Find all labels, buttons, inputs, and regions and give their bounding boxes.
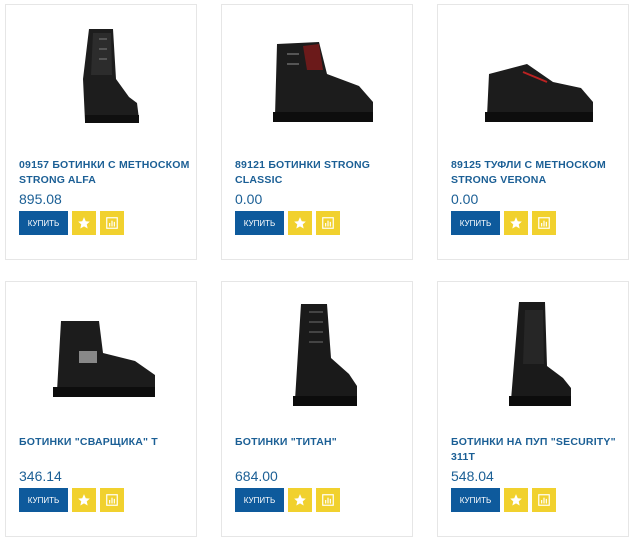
favorite-button[interactable] xyxy=(504,211,528,235)
product-image[interactable] xyxy=(20,296,182,416)
buy-button[interactable]: КУПИТЬ xyxy=(19,211,68,235)
bar-chart-icon xyxy=(538,494,550,506)
product-title[interactable]: 89125 ТУФЛИ С МЕТНОСКОМ STRONG VERONA xyxy=(451,158,623,188)
compare-button[interactable] xyxy=(532,488,556,512)
star-icon xyxy=(78,494,90,506)
star-icon xyxy=(510,217,522,229)
product-price: 346.14 xyxy=(19,468,62,484)
product-card: Ботинки "Сварщика" Т 346.14 КУПИТЬ xyxy=(5,281,197,537)
compare-button[interactable] xyxy=(100,211,124,235)
product-image[interactable] xyxy=(452,19,614,139)
product-price: 0.00 xyxy=(451,191,479,207)
product-image[interactable] xyxy=(452,296,614,416)
compare-button[interactable] xyxy=(316,211,340,235)
buy-button[interactable]: КУПИТЬ xyxy=(451,488,500,512)
star-icon xyxy=(294,217,306,229)
favorite-button[interactable] xyxy=(504,488,528,512)
favorite-button[interactable] xyxy=(72,488,96,512)
product-card: 89121 БОТИНКИ STRONG CLASSIC 0.00 КУПИТЬ xyxy=(221,4,413,260)
bar-chart-icon xyxy=(322,217,334,229)
favorite-button[interactable] xyxy=(288,211,312,235)
compare-button[interactable] xyxy=(316,488,340,512)
product-title[interactable]: Ботинки "Титан" xyxy=(235,435,407,450)
product-card: 09157 Ботинки с метноском STRONG ALFA 89… xyxy=(5,4,197,260)
buy-button[interactable]: КУПИТЬ xyxy=(451,211,500,235)
product-title[interactable]: 09157 Ботинки с метноском STRONG ALFA xyxy=(19,158,191,188)
product-image[interactable] xyxy=(236,19,398,139)
buy-button[interactable]: КУПИТЬ xyxy=(235,211,284,235)
bar-chart-icon xyxy=(538,217,550,229)
star-icon xyxy=(78,217,90,229)
compare-button[interactable] xyxy=(532,211,556,235)
buy-button[interactable]: КУПИТЬ xyxy=(19,488,68,512)
product-price: 0.00 xyxy=(235,191,263,207)
product-title[interactable]: Ботинки на ПУП "SECURITY" 311Т xyxy=(451,435,623,465)
product-card: Ботинки "Титан" 684.00 КУПИТЬ xyxy=(221,281,413,537)
buy-button[interactable]: КУПИТЬ xyxy=(235,488,284,512)
compare-button[interactable] xyxy=(100,488,124,512)
star-icon xyxy=(294,494,306,506)
product-price: 548.04 xyxy=(451,468,494,484)
product-image[interactable] xyxy=(20,19,182,139)
bar-chart-icon xyxy=(322,494,334,506)
product-card: 89125 ТУФЛИ С МЕТНОСКОМ STRONG VERONA 0.… xyxy=(437,4,629,260)
bar-chart-icon xyxy=(106,494,118,506)
product-price: 684.00 xyxy=(235,468,278,484)
favorite-button[interactable] xyxy=(72,211,96,235)
star-icon xyxy=(510,494,522,506)
favorite-button[interactable] xyxy=(288,488,312,512)
product-card: Ботинки на ПУП "SECURITY" 311Т 548.04 КУ… xyxy=(437,281,629,537)
bar-chart-icon xyxy=(106,217,118,229)
product-image[interactable] xyxy=(236,296,398,416)
product-title[interactable]: Ботинки "Сварщика" Т xyxy=(19,435,191,450)
product-price: 895.08 xyxy=(19,191,62,207)
product-title[interactable]: 89121 БОТИНКИ STRONG CLASSIC xyxy=(235,158,407,188)
